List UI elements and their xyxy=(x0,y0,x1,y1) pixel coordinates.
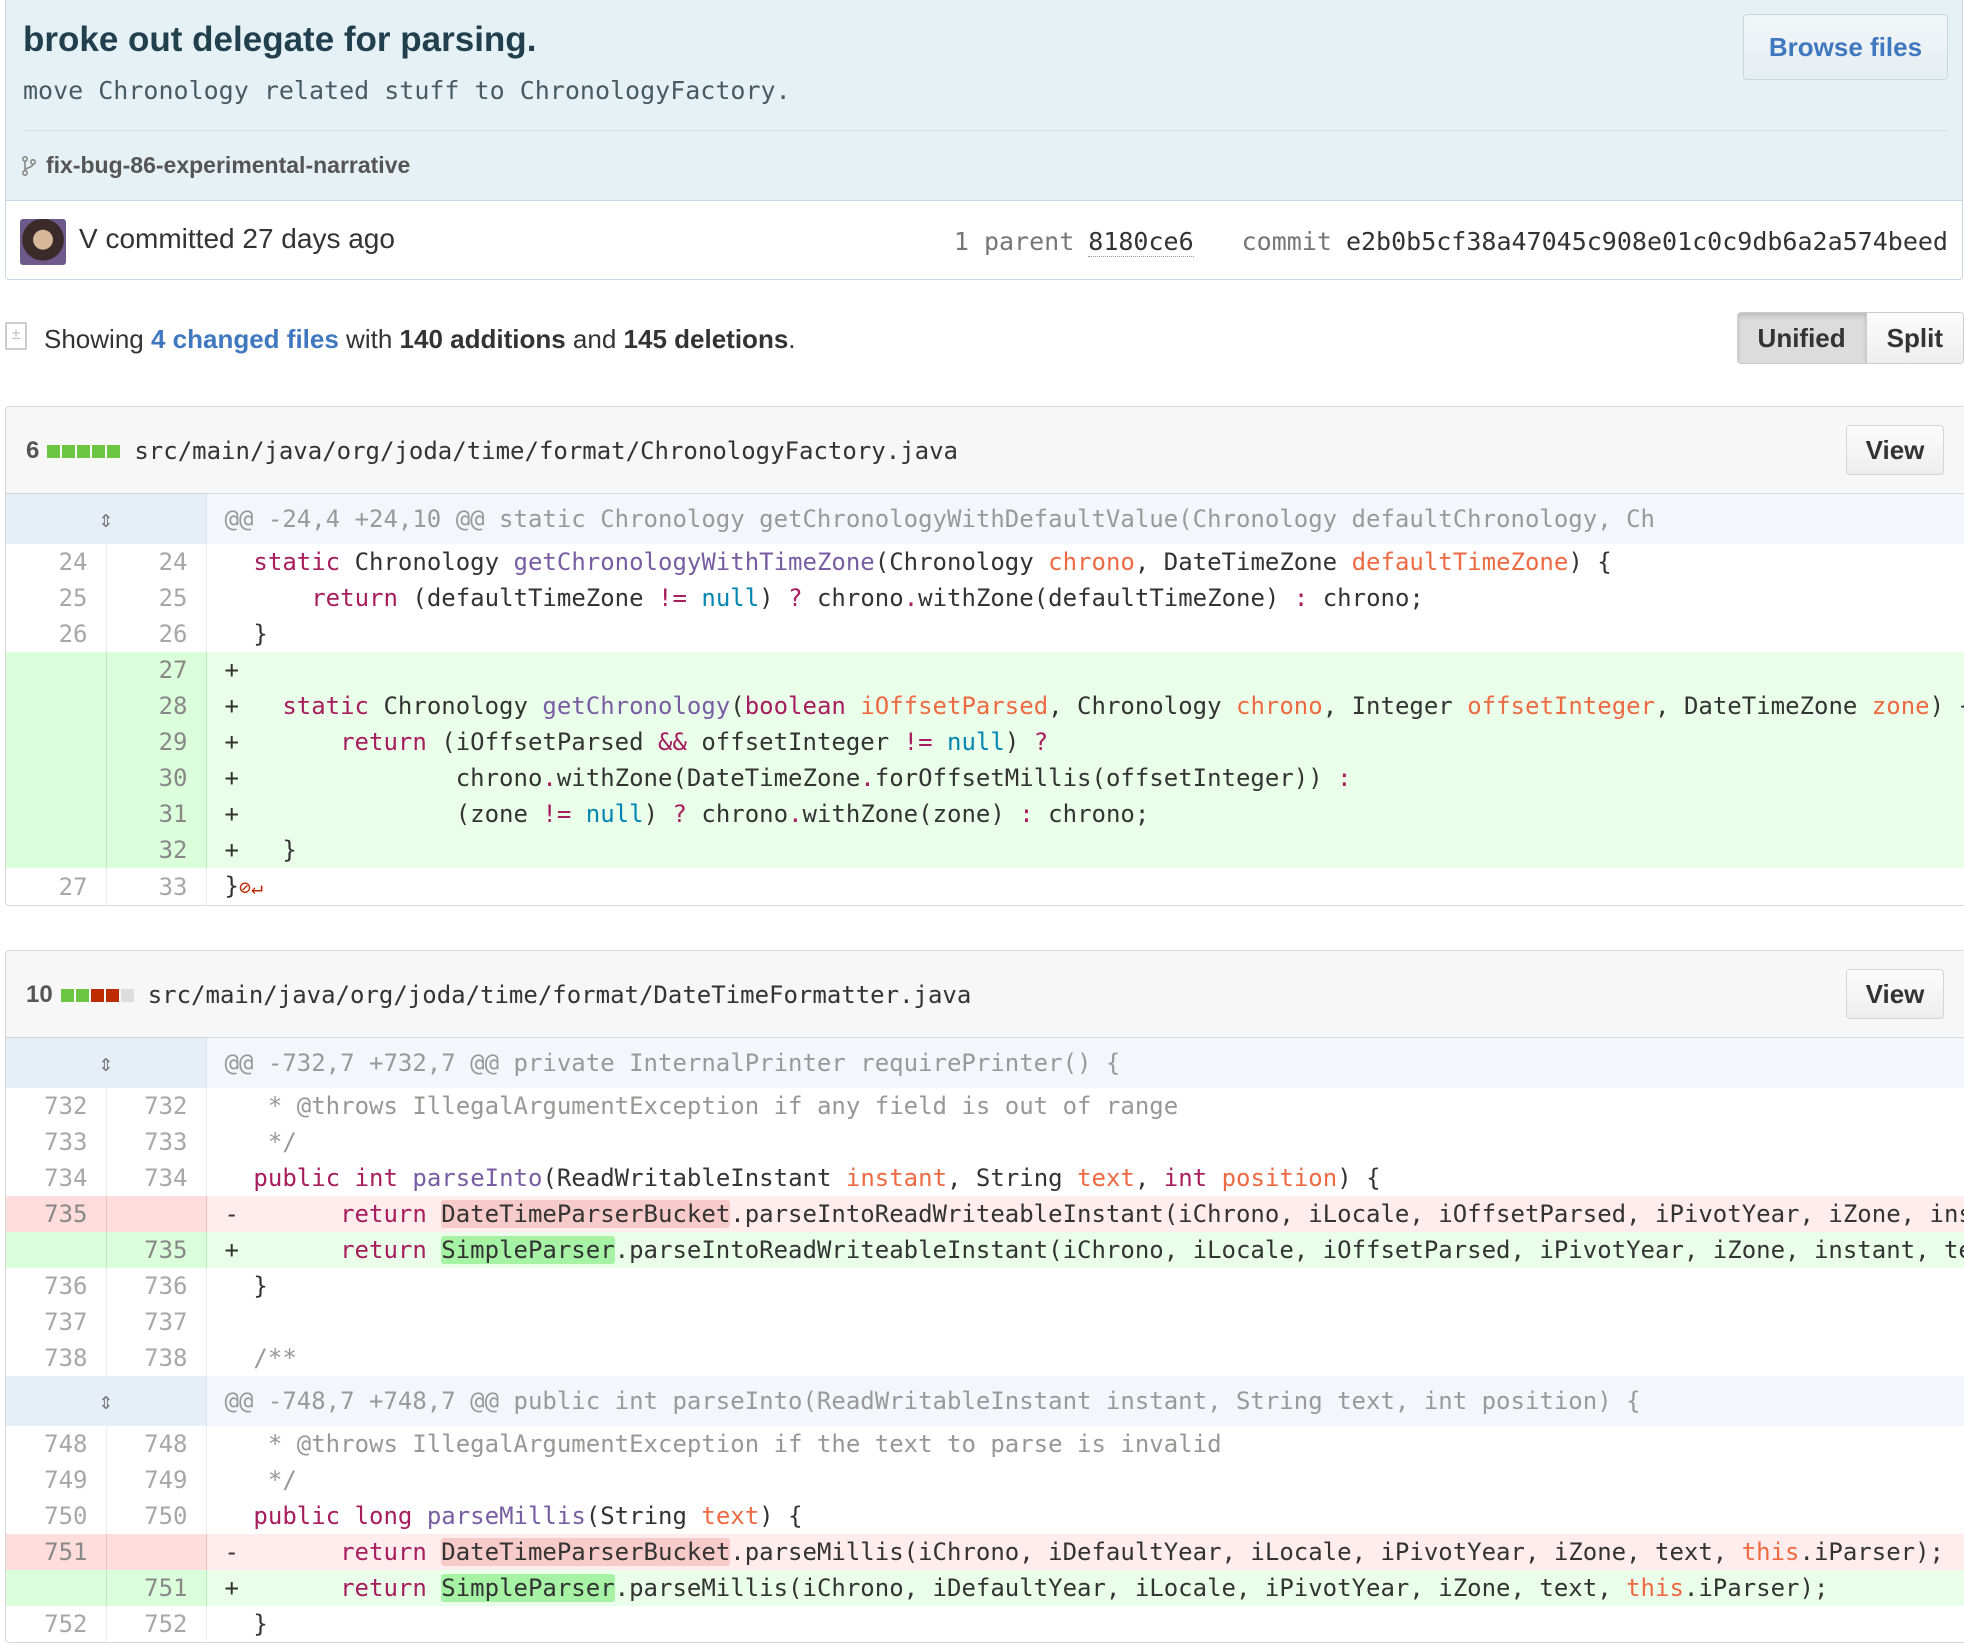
view-file-button[interactable]: View xyxy=(1846,425,1944,475)
parent-sha-link[interactable]: 8180ce6 xyxy=(1088,227,1194,257)
author-line: V committed 27 days ago xyxy=(79,223,395,254)
browse-files-button[interactable]: Browse files xyxy=(1743,14,1948,80)
diff-line: 27 33}⊘↵ xyxy=(6,868,1964,905)
diff-line-added: 27 + xyxy=(6,652,1964,688)
summary-showing: Showing xyxy=(44,324,144,354)
hunk-header: ⇕ @@ -748,7 +748,7 @@ public int parseIn… xyxy=(6,1376,1964,1426)
commit-label: commit xyxy=(1241,227,1332,256)
file-stat: 10 src/main/java/org/joda/time/format/Da… xyxy=(26,981,971,1009)
file-diff-chronologyfactory: 6 src/main/java/org/joda/time/format/Chr… xyxy=(5,406,1964,906)
no-newline-icon: ⊘↵ xyxy=(238,875,264,899)
diffstat-blocks xyxy=(60,988,134,1002)
split-button[interactable]: Split xyxy=(1866,313,1963,363)
file-stat: 6 src/main/java/org/joda/time/format/Chr… xyxy=(26,437,958,465)
diff-line: 732 732 * @throws IllegalArgumentExceptio… xyxy=(6,1088,1964,1124)
diff-line-added: 28 + static Chronology getChronology(bool… xyxy=(6,688,1964,724)
file-diff-icon: ± xyxy=(5,322,27,350)
hunk-header: ⇕ @@ -732,7 +732,7 @@ private InternalPr… xyxy=(6,1038,1964,1088)
diff-line-added: 735 + return SimpleParser.parseIntoReadWr… xyxy=(6,1232,1964,1268)
diff-line: 24 24 static Chronology getChronologyWith… xyxy=(6,544,1964,580)
diff-line: 734 734 public int parseInto(ReadWritable… xyxy=(6,1160,1964,1196)
file-path[interactable]: src/main/java/org/joda/time/format/Chron… xyxy=(134,437,958,465)
diffstat-count: 10 xyxy=(26,981,53,1008)
summary-period: . xyxy=(788,324,796,354)
diff-line: 737 737 xyxy=(6,1304,1964,1340)
avatar[interactable] xyxy=(20,219,66,265)
deletions-count: 145 deletions xyxy=(623,324,789,354)
commit-shas: 1 parent 8180ce6 commit e2b0b5cf38a47045… xyxy=(954,227,1948,257)
expand-icon[interactable]: ⇕ xyxy=(6,1038,207,1088)
diff-line: 736 736 } xyxy=(6,1268,1964,1304)
branch-name[interactable]: fix-bug-86-experimental-narrative xyxy=(46,152,410,179)
diff-line: 752 752 } xyxy=(6,1606,1964,1642)
diff-line: 750 750 public long parseMillis(String te… xyxy=(6,1498,1964,1534)
changed-files-link[interactable]: 4 changed files xyxy=(151,324,339,354)
commit-meta: V committed 27 days ago 1 parent 8180ce6… xyxy=(6,201,1962,280)
hunk-text: @@ -748,7 +748,7 @@ public int parseInto… xyxy=(206,1376,1964,1426)
summary-and: and xyxy=(572,324,617,354)
diff-table: ⇕ @@ -732,7 +732,7 @@ private InternalPr… xyxy=(6,1038,1964,1642)
diff-view-toggle: Unified Split xyxy=(1736,312,1964,364)
diff-line-added: 30 + chrono.withZone(DateTimeZone.forOffs… xyxy=(6,760,1964,796)
commit-summary: broke out delegate for parsing. move Chr… xyxy=(6,0,1962,201)
diff-line: 738 738 /** xyxy=(6,1340,1964,1376)
commit-description: move Chronology related stuff to Chronol… xyxy=(23,76,791,105)
diff-line-removed: 735- return DateTimeParserBucket.parseIn… xyxy=(6,1196,1964,1232)
diff-line: 749 749 */ xyxy=(6,1462,1964,1498)
commit-sha: e2b0b5cf38a47045c908e01c0c9db6a2a574beed xyxy=(1345,227,1948,256)
diff-line-added: 32 + } xyxy=(6,832,1964,868)
git-branch-icon xyxy=(22,155,36,176)
diff-line-added: 751 + return SimpleParser.parseMillis(iCh… xyxy=(6,1570,1964,1606)
commit-header: broke out delegate for parsing. move Chr… xyxy=(5,0,1963,280)
unified-button[interactable]: Unified xyxy=(1737,313,1867,363)
diff-line: 748 748 * @throws IllegalArgumentExceptio… xyxy=(6,1426,1964,1462)
hunk-text: @@ -732,7 +732,7 @@ private InternalPrin… xyxy=(206,1038,1964,1088)
additions-count: 140 additions xyxy=(399,324,566,354)
branch-info: fix-bug-86-experimental-narrative xyxy=(22,152,410,179)
diffstat-count: 6 xyxy=(26,437,40,464)
diff-line-removed: 751- return DateTimeParserBucket.parseMi… xyxy=(6,1534,1964,1570)
diff-line-added: 31 + (zone != null) ? chrono.withZone(zon… xyxy=(6,796,1964,832)
diff-toolbar: ± Showing 4 changed files with 140 addit… xyxy=(0,312,1964,372)
hunk-text: @@ -24,4 +24,10 @@ static Chronology get… xyxy=(206,494,1964,544)
diffstat-blocks xyxy=(47,444,121,458)
diff-summary: Showing 4 changed files with 140 additio… xyxy=(44,324,796,355)
hunk-header: ⇕ @@ -24,4 +24,10 @@ static Chronology g… xyxy=(6,494,1964,544)
diff-line: 26 26 } xyxy=(6,616,1964,652)
file-diff-datetimeformatter: 10 src/main/java/org/joda/time/format/Da… xyxy=(5,950,1964,1643)
parent-label: 1 parent xyxy=(953,227,1075,256)
file-header: 10 src/main/java/org/joda/time/format/Da… xyxy=(6,951,1964,1038)
expand-icon[interactable]: ⇕ xyxy=(6,494,207,544)
view-file-button[interactable]: View xyxy=(1846,969,1944,1019)
divider xyxy=(22,130,1948,131)
summary-with: with xyxy=(346,324,393,354)
commit-title: broke out delegate for parsing. xyxy=(23,20,537,59)
diff-line: 733 733 */ xyxy=(6,1124,1964,1160)
expand-icon[interactable]: ⇕ xyxy=(6,1376,207,1426)
diff-table: ⇕ @@ -24,4 +24,10 @@ static Chronology g… xyxy=(6,494,1964,905)
diff-line: 25 25 return (defaultTimeZone != null) ? … xyxy=(6,580,1964,616)
diff-line-added: 29 + return (iOffsetParsed && offsetInteg… xyxy=(6,724,1964,760)
file-path[interactable]: src/main/java/org/joda/time/format/DateT… xyxy=(148,981,972,1009)
file-header: 6 src/main/java/org/joda/time/format/Chr… xyxy=(6,407,1964,494)
